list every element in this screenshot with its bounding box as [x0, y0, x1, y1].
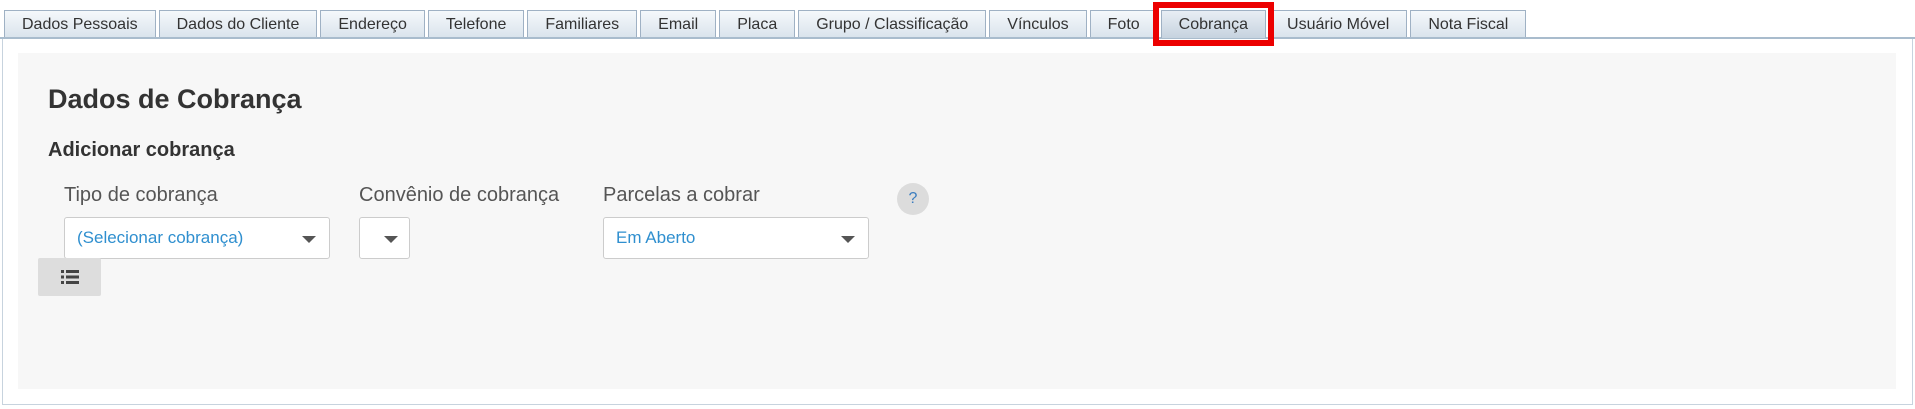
tab-usuario-movel[interactable]: Usuário Móvel	[1269, 10, 1408, 38]
list-button[interactable]	[38, 258, 101, 296]
tab-email[interactable]: Email	[640, 10, 717, 38]
chevron-down-icon	[302, 236, 316, 243]
tipo-cobranca-select[interactable]: (Selecionar cobrança)	[64, 217, 330, 259]
page-title: Dados de Cobrança	[48, 84, 302, 114]
tab-cobranca[interactable]: Cobrança	[1152, 2, 1275, 46]
tipo-cobranca-value: (Selecionar cobrança)	[77, 228, 244, 247]
convenio-cobranca-label: Convênio de cobrança	[359, 184, 560, 206]
parcelas-cobrar-label: Parcelas a cobrar	[603, 184, 760, 206]
tab-content: Dados de Cobrança Adicionar cobrança Tip…	[2, 39, 1913, 405]
tab-foto[interactable]: Foto	[1089, 10, 1158, 38]
tab-telefone[interactable]: Telefone	[427, 10, 525, 38]
section-subtitle: Adicionar cobrança	[48, 139, 235, 161]
tab-placa[interactable]: Placa	[719, 10, 796, 38]
tab-endereco[interactable]: Endereço	[320, 10, 425, 38]
convenio-cobranca-select[interactable]	[359, 217, 410, 259]
parcelas-cobrar-select[interactable]: Em Aberto	[603, 217, 869, 259]
tab-nota-fiscal[interactable]: Nota Fiscal	[1410, 10, 1527, 38]
help-button[interactable]: ?	[897, 183, 929, 215]
tab-familiares[interactable]: Familiares	[527, 10, 638, 38]
chevron-down-icon	[384, 236, 398, 243]
chevron-down-icon	[841, 236, 855, 243]
tab-dados-do-cliente[interactable]: Dados do Cliente	[158, 10, 318, 38]
question-icon: ?	[908, 190, 918, 207]
tipo-cobranca-label: Tipo de cobrança	[64, 184, 218, 206]
tab-dados-pessoais[interactable]: Dados Pessoais	[4, 10, 156, 38]
tab-bar: Dados Pessoais Dados do Cliente Endereço…	[0, 0, 1915, 46]
tab-vinculos[interactable]: Vínculos	[989, 10, 1087, 38]
tab-grupo-classificacao[interactable]: Grupo / Classificação	[798, 10, 987, 38]
list-icon	[60, 270, 79, 284]
parcelas-cobrar-value: Em Aberto	[616, 228, 696, 247]
billing-panel: Dados de Cobrança Adicionar cobrança Tip…	[18, 53, 1896, 389]
